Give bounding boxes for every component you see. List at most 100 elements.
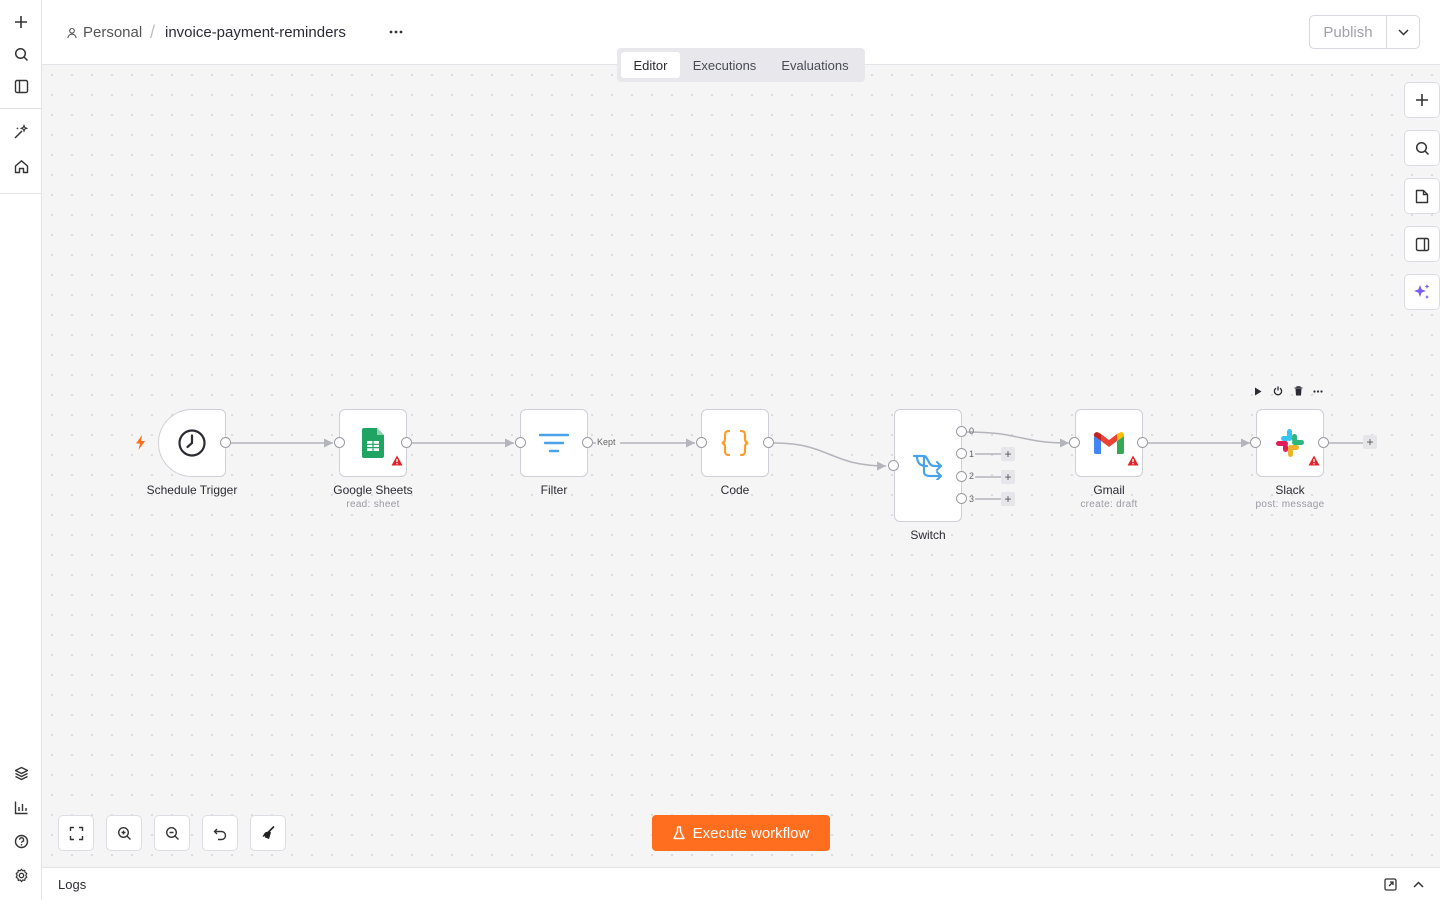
edge-label-kept: Kept xyxy=(597,437,616,447)
input-port[interactable] xyxy=(1250,437,1261,448)
output-port-2[interactable] xyxy=(956,471,967,482)
trash-icon[interactable] xyxy=(1292,383,1304,399)
output-port-1[interactable] xyxy=(956,448,967,459)
input-port[interactable] xyxy=(888,460,899,471)
settings-icon[interactable] xyxy=(8,862,34,888)
node-label: Switch xyxy=(910,528,946,542)
undo-icon xyxy=(213,828,226,840)
breadcrumb-project[interactable]: Personal xyxy=(66,24,142,41)
output-label-1: 1 xyxy=(969,449,975,459)
node-subtitle: read: sheet xyxy=(346,499,400,510)
output-port[interactable] xyxy=(582,437,593,448)
output-port-0[interactable] xyxy=(956,426,967,437)
sticky-note-button[interactable] xyxy=(1404,178,1440,214)
plus-icon xyxy=(1416,94,1428,106)
flask-icon xyxy=(672,826,685,840)
zoom-out-button[interactable] xyxy=(154,815,190,851)
add-node-plus-icon[interactable]: + xyxy=(1001,447,1015,461)
input-port[interactable] xyxy=(515,437,526,448)
help-icon[interactable] xyxy=(8,828,34,854)
input-port[interactable] xyxy=(334,437,345,448)
view-tabs: Editor Executions Evaluations xyxy=(617,48,865,82)
node-label: Slack xyxy=(1275,483,1305,497)
add-node-plus-icon[interactable]: + xyxy=(1001,492,1015,506)
node-subtitle: create: draft xyxy=(1080,499,1138,510)
output-label-2: 2 xyxy=(969,471,975,481)
node-action-bar xyxy=(1252,383,1324,399)
breadcrumb-separator: / xyxy=(150,22,156,42)
play-icon[interactable] xyxy=(1252,383,1264,399)
toggle-panel-button[interactable] xyxy=(1404,226,1440,262)
reset-zoom-button[interactable] xyxy=(202,815,238,851)
project-name: Personal xyxy=(83,24,143,41)
node-google-sheets[interactable] xyxy=(339,409,407,477)
chevron-down-icon[interactable] xyxy=(1387,16,1419,48)
output-port[interactable] xyxy=(763,437,774,448)
user-icon xyxy=(67,27,77,38)
node-code[interactable] xyxy=(701,409,769,477)
add-node-button[interactable] xyxy=(1404,82,1440,118)
zoom-out-icon xyxy=(165,826,179,840)
output-port[interactable] xyxy=(401,437,412,448)
trigger-bolt-icon xyxy=(135,435,146,455)
templates-icon[interactable] xyxy=(8,760,34,786)
search-icon xyxy=(1415,141,1429,155)
node-switch[interactable] xyxy=(894,409,962,522)
search-icon[interactable] xyxy=(8,41,34,67)
tab-editor[interactable]: Editor xyxy=(621,52,680,78)
node-slack[interactable] xyxy=(1256,409,1324,477)
logs-panel-bar[interactable]: Logs xyxy=(42,867,1440,900)
pop-out-icon[interactable] xyxy=(1382,876,1398,892)
broom-icon xyxy=(262,825,275,840)
power-icon[interactable] xyxy=(1272,383,1284,399)
zoom-in-icon xyxy=(117,826,131,840)
publish-group: Publish xyxy=(1309,15,1420,49)
node-label: Gmail xyxy=(1093,483,1125,497)
fit-view-icon xyxy=(69,826,83,840)
sidebar-toggle-icon[interactable] xyxy=(8,73,34,99)
tab-evaluations[interactable]: Evaluations xyxy=(769,52,861,78)
node-schedule-trigger[interactable] xyxy=(158,409,226,477)
insights-icon[interactable] xyxy=(8,794,34,820)
output-label-3: 3 xyxy=(969,494,975,504)
panel-right-icon xyxy=(1415,237,1429,251)
input-port[interactable] xyxy=(696,437,707,448)
home-icon[interactable] xyxy=(8,153,34,179)
add-node-plus-icon[interactable]: + xyxy=(1363,435,1377,449)
tab-executions[interactable]: Executions xyxy=(680,52,769,78)
plus-icon[interactable] xyxy=(8,9,34,35)
filter-icon xyxy=(539,433,569,453)
publish-button[interactable]: Publish xyxy=(1310,16,1387,48)
switch-routes-icon xyxy=(912,454,943,480)
output-port-3[interactable] xyxy=(956,493,967,504)
zoom-in-button[interactable] xyxy=(106,815,142,851)
chevron-up-icon[interactable] xyxy=(1410,876,1426,892)
output-label-0: 0 xyxy=(969,426,975,436)
gmail-icon xyxy=(1094,432,1124,454)
node-label: Filter xyxy=(540,483,568,497)
code-braces-icon xyxy=(721,429,749,457)
google-sheets-icon xyxy=(362,428,384,458)
execute-workflow-button[interactable]: Execute workflow xyxy=(652,815,830,851)
warning-icon xyxy=(391,453,403,471)
output-port[interactable] xyxy=(1318,437,1329,448)
output-port[interactable] xyxy=(1137,437,1148,448)
workflow-name[interactable]: invoice-payment-reminders xyxy=(165,24,346,41)
add-node-plus-icon[interactable]: + xyxy=(1001,470,1015,484)
clock-icon xyxy=(178,429,206,457)
node-label: Code xyxy=(720,483,750,497)
ai-assistant-button[interactable] xyxy=(1404,274,1440,310)
fit-view-button[interactable] xyxy=(58,815,94,851)
node-filter[interactable] xyxy=(520,409,588,477)
output-port[interactable] xyxy=(220,437,231,448)
sparkle-wand-icon[interactable] xyxy=(8,119,34,145)
execute-workflow-label: Execute workflow xyxy=(692,824,810,842)
node-gmail[interactable] xyxy=(1075,409,1143,477)
logs-title: Logs xyxy=(58,877,87,892)
left-rail xyxy=(0,0,42,900)
workflow-menu-icon[interactable] xyxy=(384,20,408,44)
search-nodes-button[interactable] xyxy=(1404,130,1440,166)
tidy-up-button[interactable] xyxy=(250,815,286,851)
input-port[interactable] xyxy=(1069,437,1080,448)
more-icon[interactable] xyxy=(1312,383,1324,399)
